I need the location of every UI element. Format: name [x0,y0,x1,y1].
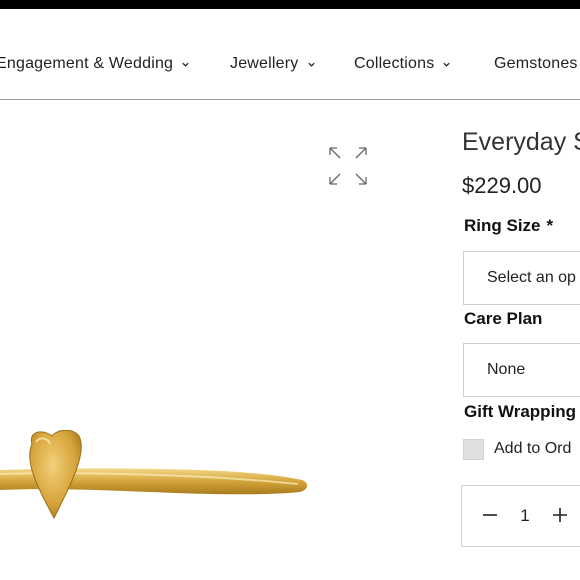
minus-icon[interactable] [481,506,499,524]
gift-wrapping-checkbox[interactable] [463,439,484,460]
nav-item-label: Gemstones [494,55,578,72]
nav-item-collections[interactable]: Collections [354,55,451,73]
ring-size-label-text: Ring Size [464,216,541,235]
product-title: Everyday S [462,128,580,156]
required-marker: * [546,216,554,235]
nav-item-label: Engagement & Wedding [0,55,174,72]
nav-item-jewellery[interactable]: Jewellery [230,55,316,73]
gold-heart-ring-image [0,430,308,520]
care-plan-select-value: None [487,361,526,378]
gift-wrapping-checkbox-label[interactable]: Add to Ord [494,440,571,458]
plus-icon[interactable] [551,506,569,524]
expand-icon[interactable] [328,146,368,186]
chevron-down-icon [307,62,315,67]
top-bar [0,0,580,9]
ring-size-label: Ring Size * [464,216,553,236]
chevron-down-icon [182,62,189,67]
nav-item-label: Jewellery [230,55,299,72]
nav-item-gemstones[interactable]: Gemstones [494,55,578,73]
ring-size-select-value: Select an op [487,269,576,286]
ring-size-select[interactable]: Select an op [463,251,580,305]
main-navigation: Engagement & Wedding Jewellery Collectio… [0,9,580,100]
product-price: $229.00 [462,173,542,198]
chevron-down-icon [443,62,451,67]
quantity-value[interactable]: 1 [518,506,532,526]
nav-item-engagement-wedding[interactable]: Engagement & Wedding [0,55,190,73]
gift-wrapping-label: Gift Wrapping [464,402,577,421]
care-plan-select[interactable]: None [463,343,580,397]
nav-item-label: Collections [354,55,435,72]
care-plan-label: Care Plan [464,309,543,328]
